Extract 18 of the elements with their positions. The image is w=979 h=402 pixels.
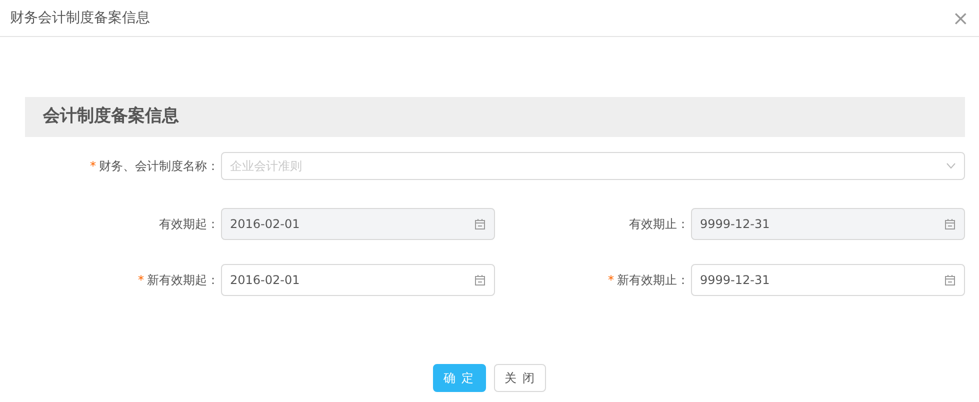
field-label: 新有效期起： (147, 273, 219, 287)
calendar-icon (944, 218, 956, 230)
calendar-icon (474, 218, 486, 230)
calendar-icon (944, 274, 956, 286)
window-title: 财务会计制度备案信息 (10, 8, 150, 28)
date-field[interactable]: 2016-02-01 (221, 264, 495, 296)
field-label: 有效期起： (159, 217, 219, 231)
field-label: 有效期止： (629, 217, 689, 231)
date-field[interactable]: 9999-12-31 (691, 264, 965, 296)
section-title: 会计制度备案信息 (43, 105, 179, 128)
required-marker: * (138, 273, 144, 287)
field-label: 财务、会计制度名称： (99, 159, 219, 173)
chevron-down-icon (946, 163, 956, 169)
field-label: 新有效期止： (617, 273, 689, 287)
required-marker: * (90, 159, 96, 173)
close-button[interactable]: 关 闭 (494, 364, 546, 392)
required-marker: * (608, 273, 614, 287)
calendar-icon (474, 274, 486, 286)
